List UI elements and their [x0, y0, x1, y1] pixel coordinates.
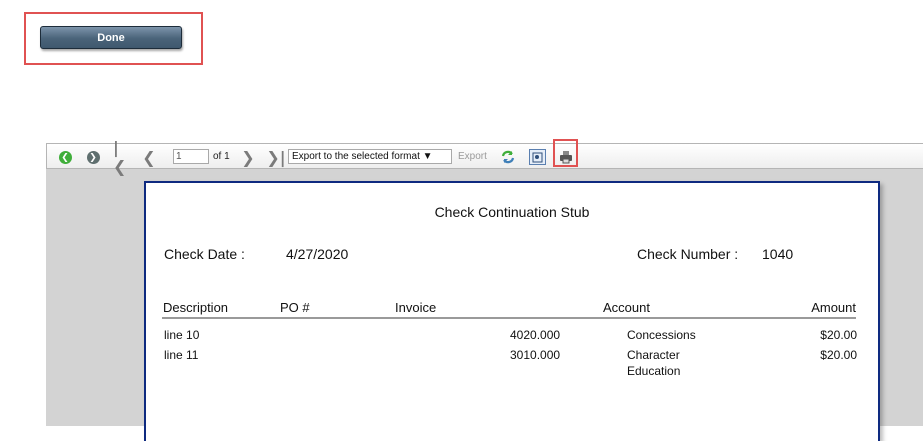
check-number-label: Check Number :	[637, 246, 739, 262]
page-count-label: of 1	[213, 151, 230, 162]
column-header-po: PO #	[280, 300, 310, 315]
row-account-number: 3010.000	[510, 348, 561, 362]
row-account-name: Concessions	[627, 328, 696, 342]
refresh-icon[interactable]	[499, 144, 517, 170]
export-format-value: Export to the selected format	[292, 151, 420, 162]
column-header-amount: Amount	[811, 300, 856, 315]
row-account-name-line2: Education	[627, 364, 681, 378]
previous-page-icon[interactable]: ❮	[142, 144, 156, 170]
header-divider	[162, 317, 856, 319]
last-page-icon[interactable]: ❯|	[266, 144, 285, 170]
properties-icon[interactable]	[528, 144, 546, 170]
row-description: line 10	[164, 328, 200, 342]
page-number-input[interactable]: 1	[173, 149, 209, 164]
export-format-select[interactable]: Export to the selected format ▼	[288, 149, 452, 164]
row-account-number: 4020.000	[510, 328, 561, 342]
back-icon[interactable]: ❮	[57, 144, 73, 170]
check-date-value: 4/27/2020	[286, 246, 349, 262]
check-number-value: 1040	[762, 246, 794, 262]
row-amount: $20.00	[820, 348, 857, 362]
report-page: Check Continuation Stub Check Date : 4/2…	[144, 181, 880, 441]
report-title: Check Continuation Stub	[434, 204, 590, 220]
next-page-icon[interactable]: ❯	[241, 144, 255, 170]
done-button[interactable]: Done	[40, 26, 182, 49]
print-highlight-box	[553, 139, 578, 167]
first-page-icon[interactable]: |❮	[113, 138, 131, 176]
export-link[interactable]: Export	[458, 144, 487, 170]
column-header-description: Description	[163, 300, 229, 315]
forward-icon[interactable]: ❯	[85, 144, 101, 170]
row-description: line 11	[164, 348, 199, 362]
column-header-invoice: Invoice	[395, 300, 437, 315]
row-account-name-line1: Character	[627, 348, 680, 362]
report-toolbar: ❮ ❯ |❮ ❮ 1 of 1 ❯ ❯| Export to the selec…	[46, 138, 923, 176]
column-header-account: Account	[603, 300, 650, 315]
chevron-down-icon: ▼	[422, 151, 433, 162]
row-amount: $20.00	[820, 328, 857, 342]
check-date-label: Check Date :	[164, 246, 245, 262]
report-viewer: ❮ ❯ |❮ ❮ 1 of 1 ❯ ❯| Export to the selec…	[46, 138, 923, 441]
